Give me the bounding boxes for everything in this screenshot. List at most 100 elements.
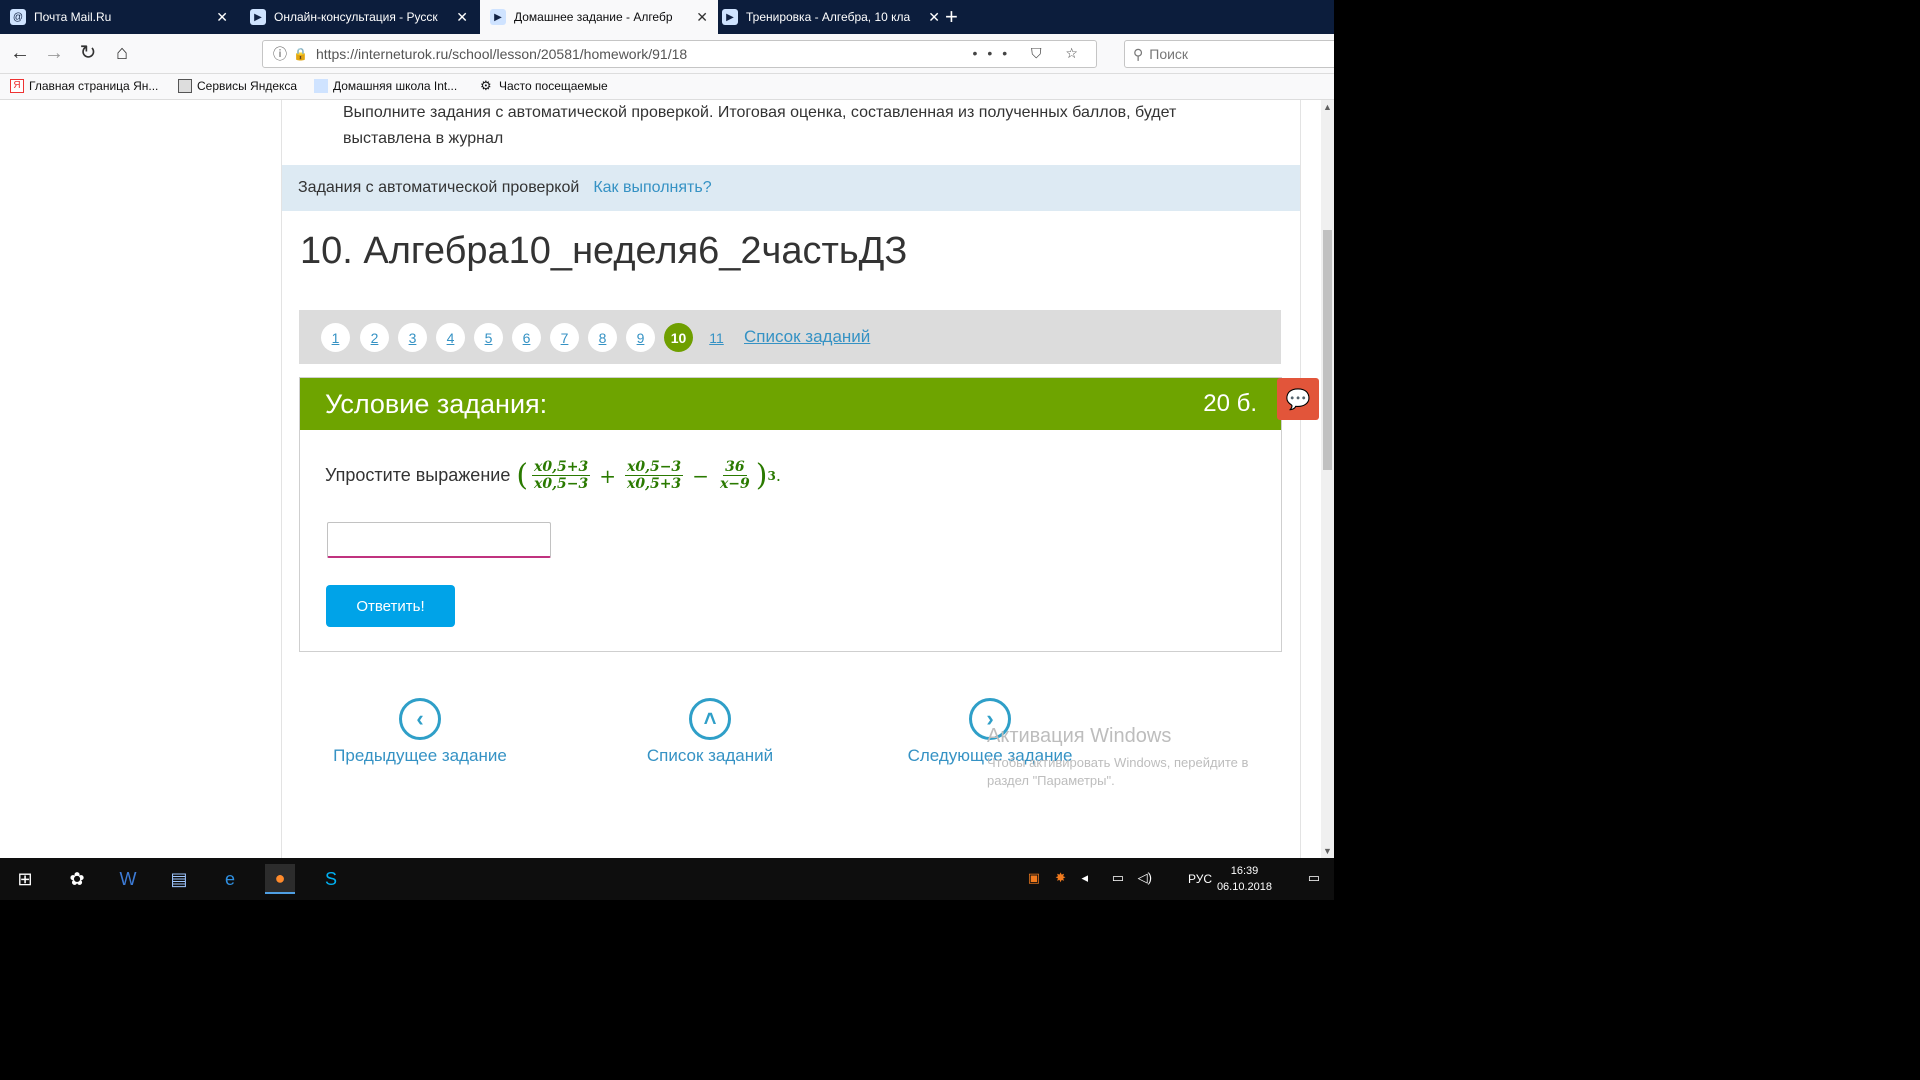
- task-link-3[interactable]: 3: [398, 323, 427, 352]
- fraction-numerator: 36: [723, 459, 747, 476]
- lock-icon: 🔒: [293, 47, 308, 61]
- tab-consultation[interactable]: ▶ Онлайн-консультация - Русск ✕: [240, 0, 478, 34]
- volume-icon[interactable]: ◁): [1138, 870, 1152, 886]
- scroll-thumb[interactable]: [1323, 230, 1332, 470]
- tab-title: Домашнее задание - Алгебр: [514, 10, 673, 24]
- close-icon[interactable]: ✕: [456, 9, 468, 26]
- edge-icon[interactable]: e: [215, 864, 245, 894]
- task-link-10-current[interactable]: 10: [664, 323, 693, 352]
- url-text: https://interneturok.ru/school/lesson/20…: [315, 46, 688, 62]
- tab-homework[interactable]: ▶ Домашнее задание - Алгебр ✕: [480, 0, 718, 34]
- clock[interactable]: 16:39 06.10.2018: [1217, 863, 1272, 895]
- address-bar[interactable]: ⓘ 🔒 https://interneturok.ru/school/lesso…: [262, 40, 1097, 68]
- page-actions-icon[interactable]: ••• ⛉ ☆: [972, 45, 1088, 62]
- fraction-1: x0,5+3 x0,5−3: [532, 459, 591, 492]
- search-input[interactable]: ⚲ Поиск: [1124, 40, 1367, 68]
- chevron-left-icon: ‹: [399, 698, 441, 740]
- how-to-link[interactable]: Как выполнять?: [593, 179, 711, 197]
- task-link-11[interactable]: 11: [702, 323, 731, 352]
- network-icon[interactable]: ▭: [1112, 870, 1124, 886]
- speaker-icon[interactable]: ◂: [1081, 870, 1088, 886]
- fraction-numerator: x0,5−3: [625, 459, 684, 476]
- mail-icon: @: [10, 9, 26, 25]
- search-placeholder: Поиск: [1149, 46, 1189, 62]
- bookmark-label: Домашняя школа Int...: [333, 79, 458, 93]
- task-link-8[interactable]: 8: [588, 323, 617, 352]
- scroll-up-icon[interactable]: ▲: [1323, 102, 1332, 112]
- bookmark-most-visited[interactable]: ⚙ Часто посещаемые: [480, 78, 608, 94]
- tray-app-icon[interactable]: ✸: [1055, 870, 1066, 886]
- close-icon[interactable]: ✕: [696, 9, 708, 26]
- bookmark-label: Сервисы Яндекса: [197, 79, 298, 93]
- page-icon: ▶: [722, 9, 738, 25]
- word-icon[interactable]: W: [113, 864, 143, 894]
- task-link-7[interactable]: 7: [550, 323, 579, 352]
- forward-button[interactable]: →: [42, 42, 66, 66]
- question-text: Упростите выражение: [325, 465, 511, 485]
- clock-time: 16:39: [1230, 865, 1259, 877]
- page-icon: ▶: [250, 9, 266, 25]
- auto-check-bar: Задания с автоматической проверкой Как в…: [282, 165, 1300, 211]
- skype-icon[interactable]: S: [316, 864, 346, 894]
- windows-activation-watermark: Активация Windows Чтобы активировать Win…: [987, 725, 1287, 790]
- fraction-denominator: x0,5−3: [534, 476, 589, 492]
- bookmark-yandex-services[interactable]: Сервисы Яндекса: [178, 79, 297, 93]
- task-list-button[interactable]: ˄ Список заданий: [590, 698, 830, 766]
- page-icon: [314, 79, 328, 93]
- clock-date: 06.10.2018: [1216, 881, 1272, 893]
- screen: @ Почта Mail.Ru ✕ ▶ Онлайн-консультация …: [0, 0, 1600, 900]
- page-icon: ▶: [490, 9, 506, 25]
- back-button[interactable]: ←: [8, 42, 32, 66]
- prev-task-label: Предыдущее задание: [333, 746, 507, 765]
- fraction-3: 36 x−9: [718, 459, 752, 492]
- tray-app-icon[interactable]: ▣: [1028, 870, 1040, 886]
- formula-power: 3: [767, 468, 776, 483]
- tab-title: Тренировка - Алгебра, 10 кла: [746, 10, 911, 24]
- reload-button[interactable]: ↻: [76, 42, 100, 66]
- answer-input[interactable]: [327, 522, 551, 558]
- task-link-4[interactable]: 4: [436, 323, 465, 352]
- task-link-9[interactable]: 9: [626, 323, 655, 352]
- watermark-text: Чтобы активировать Windows, перейдите в …: [987, 755, 1249, 788]
- fraction-numerator: x0,5+3: [532, 459, 591, 476]
- firefox-icon[interactable]: ●: [265, 864, 295, 894]
- scrollbar[interactable]: ▲ ▼: [1321, 100, 1334, 858]
- tab-title: Почта Mail.Ru: [34, 10, 112, 24]
- task-link-2[interactable]: 2: [360, 323, 389, 352]
- scroll-down-icon[interactable]: ▼: [1323, 846, 1332, 856]
- task-list-label: Список заданий: [646, 746, 774, 765]
- app-icon[interactable]: ✿: [62, 864, 92, 894]
- task-question: Упростите выражение ( x0,5+3 x0,5−3 + x0…: [325, 458, 781, 493]
- answer-button[interactable]: Ответить!: [326, 585, 455, 627]
- task-list-link[interactable]: Список заданий: [744, 327, 870, 347]
- close-icon[interactable]: ✕: [216, 9, 228, 26]
- page-title: 10. Алгебра10_неделя6_2частьДЗ: [300, 230, 908, 272]
- prev-task-button[interactable]: ‹ Предыдущее задание: [300, 698, 540, 766]
- task-link-1[interactable]: 1: [321, 323, 350, 352]
- task-header: Условие задания: 20 б.: [300, 378, 1281, 430]
- info-icon[interactable]: ⓘ: [273, 44, 287, 64]
- windows-start-icon[interactable]: ⊞: [10, 864, 40, 894]
- tab-mail[interactable]: @ Почта Mail.Ru ✕: [0, 0, 238, 34]
- fraction-2: x0,5−3 x0,5+3: [625, 459, 684, 492]
- task-link-5[interactable]: 5: [474, 323, 503, 352]
- intro-text: Выполните задания с автоматической прове…: [343, 104, 1177, 147]
- condition-title: Условие задания:: [325, 389, 548, 419]
- yandex-icon: Я: [10, 79, 24, 93]
- new-tab-button[interactable]: +: [945, 4, 958, 30]
- notification-icon[interactable]: ▭: [1308, 870, 1320, 886]
- chat-icon[interactable]: 💬: [1277, 378, 1319, 420]
- chevron-up-icon: ˄: [689, 698, 731, 740]
- bookmark-home-school[interactable]: Домашняя школа Int...: [314, 79, 457, 93]
- taskbar: ⊞ ✿ W ▤ e ● S ▣ ✸ ◂ ▭ ◁) РУС 16:39 06.10…: [0, 858, 1334, 900]
- tab-training[interactable]: ▶ Тренировка - Алгебра, 10 кла ✕: [712, 0, 950, 34]
- gear-icon: ⚙: [480, 78, 492, 93]
- close-icon[interactable]: ✕: [928, 9, 940, 26]
- home-button[interactable]: ⌂: [110, 42, 134, 66]
- language-indicator[interactable]: РУС: [1188, 872, 1212, 886]
- task-link-6[interactable]: 6: [512, 323, 541, 352]
- bookmark-label: Часто посещаемые: [499, 79, 608, 93]
- document-icon[interactable]: ▤: [164, 864, 194, 894]
- bookmark-yandex-home[interactable]: Я Главная страница Ян...: [10, 79, 158, 93]
- task-pagination: 1 2 3 4 5 6 7 8 9 10 11 Список заданий: [299, 310, 1281, 364]
